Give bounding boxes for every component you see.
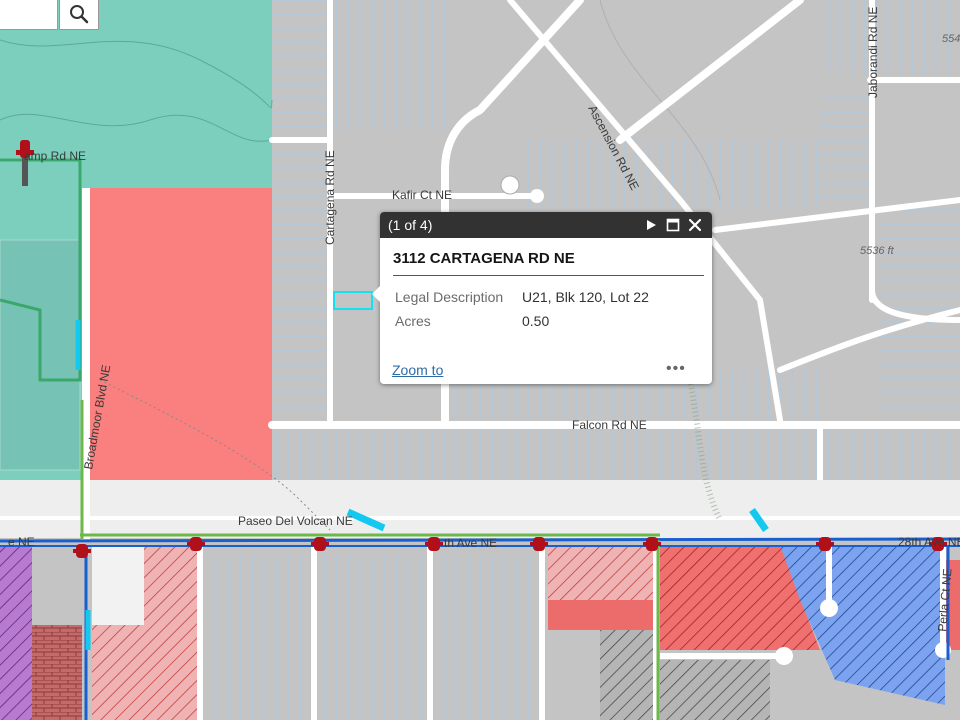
road-paseo-corridor: [0, 480, 960, 538]
maximize-button[interactable]: [662, 214, 684, 236]
label-elevation: 5536 ft: [860, 245, 895, 257]
label-kafir: Kafir Ct NE: [392, 188, 452, 202]
attribute-label: Acres: [395, 313, 431, 329]
red-parcel: [90, 188, 272, 480]
close-button[interactable]: [684, 214, 706, 236]
attribute-row: Legal Description U21, Blk 120, Lot 22: [395, 286, 649, 310]
label-falcon: Falcon Rd NE: [572, 418, 647, 432]
label-28th: 28th Ave NE: [898, 535, 960, 549]
hatch-red-zone: [92, 625, 197, 720]
parcel-grid-ne: [820, 0, 960, 75]
hatch-red-zone: [144, 545, 197, 625]
maximize-icon: [666, 218, 680, 232]
close-icon: [688, 218, 702, 232]
purple-zone: [0, 545, 32, 720]
attribute-row: Acres 0.50: [395, 310, 649, 334]
lots-s1: [205, 555, 310, 720]
label-hunt: amp Rd NE: [24, 149, 86, 163]
red-zone: [548, 600, 653, 630]
attribute-value: 0.50: [522, 313, 550, 329]
hatch-gray-zone: [600, 630, 653, 720]
search-icon: [70, 5, 89, 24]
popup-title: 3112 CARTAGENA RD NE: [393, 250, 704, 276]
label-paseo: Paseo Del Volcan NE: [238, 514, 353, 528]
attribute-label: Legal Description: [395, 289, 504, 305]
label-elevation: 554: [942, 33, 960, 45]
parcel-grid-mid: [520, 140, 820, 210]
search-input[interactable]: [0, 0, 58, 30]
feature-popup: (1 of 4) 3112 CARTAGENA RD NE Legal Desc…: [372, 212, 712, 384]
parcel-grid-e: [820, 90, 870, 200]
attribute-value: U21, Blk 120, Lot 22: [522, 289, 649, 305]
popup-header: (1 of 4): [380, 212, 712, 238]
hatch-red-zone: [548, 545, 653, 600]
brick-zone: [32, 625, 82, 720]
label-mid-ave: th Ave NE: [444, 536, 497, 550]
culdesac: [820, 599, 838, 617]
culdesac: [775, 647, 793, 665]
label-jaborandi: Jaborandi Rd NE: [866, 7, 880, 98]
label-cartagena: Cartagena Rd NE: [323, 150, 337, 245]
culdesac: [500, 175, 520, 195]
parcel-grid-n: [335, 0, 445, 130]
play-icon: [647, 220, 656, 230]
hatch-gray-zone: [660, 660, 770, 720]
more-actions-button[interactable]: •••: [666, 360, 686, 378]
lots-s2: [318, 555, 426, 720]
search-button[interactable]: [59, 0, 99, 30]
zoom-to-link[interactable]: Zoom to: [392, 362, 443, 378]
parcel-grid-nw: [272, 0, 330, 420]
parcel-grid-falcon-s: [272, 430, 960, 480]
label-left-ave: e NE: [8, 535, 35, 549]
lots-s3: [436, 555, 546, 720]
popup-pointer: [372, 285, 381, 303]
attribute-table: Legal Description U21, Blk 120, Lot 22 A…: [395, 286, 649, 334]
culdesac: [530, 189, 544, 203]
white-lot: [92, 545, 144, 625]
next-feature-button[interactable]: [640, 214, 662, 236]
popup-feature-count: (1 of 4): [388, 217, 433, 233]
